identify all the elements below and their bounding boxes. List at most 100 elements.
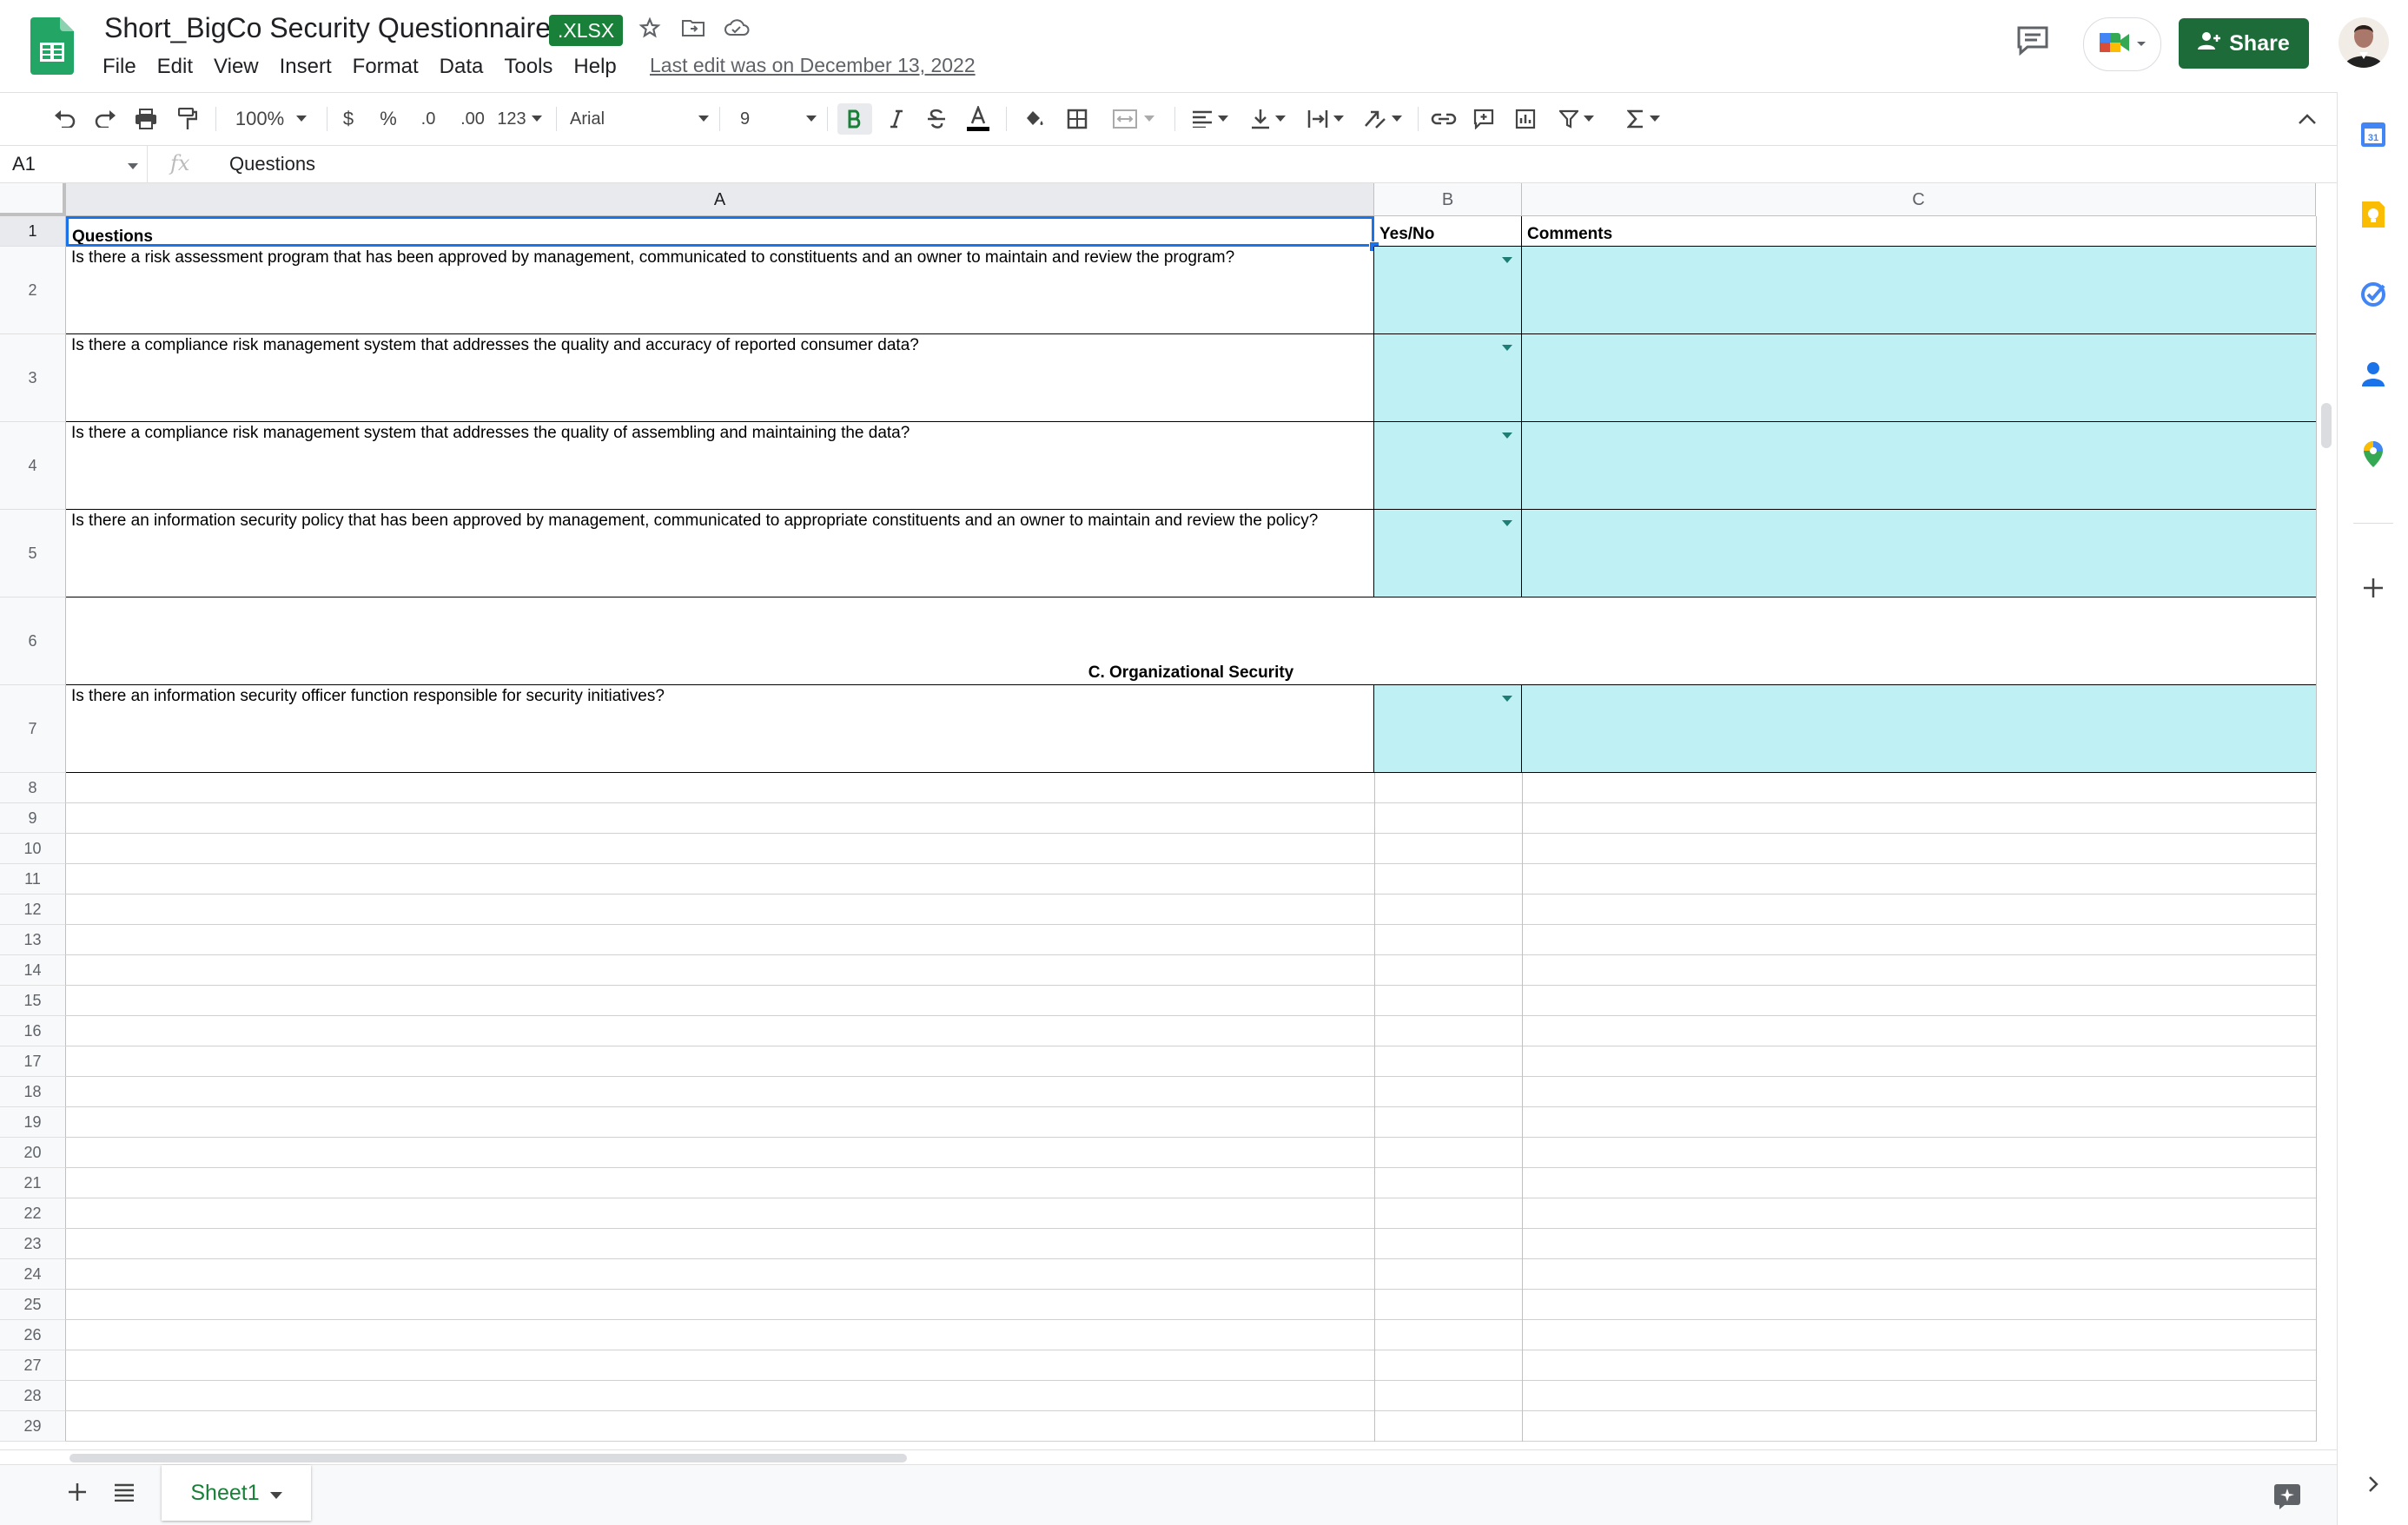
paint-format-icon[interactable] — [172, 103, 203, 135]
all-sheets-icon[interactable] — [113, 1482, 136, 1506]
empty-row[interactable] — [66, 1046, 2316, 1077]
bold-icon[interactable] — [837, 103, 872, 135]
sheets-logo-icon[interactable] — [30, 17, 74, 75]
menu-edit[interactable]: Edit — [157, 52, 193, 82]
row-header[interactable]: 1 — [0, 216, 66, 247]
expand-icon[interactable] — [2357, 1468, 2390, 1501]
row-header[interactable]: 20 — [0, 1138, 66, 1168]
row-header[interactable]: 28 — [0, 1381, 66, 1411]
row-header[interactable]: 22 — [0, 1198, 66, 1229]
yes-no-dropdown[interactable] — [1374, 510, 1522, 597]
cell-b1[interactable]: Yes/No — [1374, 216, 1522, 247]
row-header[interactable]: 27 — [0, 1350, 66, 1381]
yes-no-dropdown[interactable] — [1374, 422, 1522, 510]
select-all-corner[interactable] — [0, 183, 66, 216]
menu-file[interactable]: File — [103, 52, 136, 82]
row-header[interactable]: 16 — [0, 1016, 66, 1046]
row-header[interactable]: 3 — [0, 334, 66, 422]
dropdown-arrow-icon[interactable] — [1502, 345, 1512, 351]
filter-icon[interactable] — [1551, 103, 1602, 135]
empty-row[interactable] — [66, 864, 2316, 895]
yes-no-dropdown[interactable] — [1374, 247, 1522, 334]
question-cell[interactable]: Is there a risk assessment program that … — [66, 247, 1374, 334]
empty-row[interactable] — [66, 1411, 2316, 1442]
question-cell[interactable]: Is there a compliance risk management sy… — [66, 334, 1374, 422]
row-header[interactable]: 25 — [0, 1290, 66, 1320]
row-header[interactable]: 7 — [0, 685, 66, 773]
question-cell[interactable]: Is there an information security officer… — [66, 685, 1374, 773]
meet-button[interactable] — [2083, 17, 2161, 71]
formula-input[interactable]: Questions — [229, 146, 315, 182]
row-header[interactable]: 10 — [0, 834, 66, 864]
section-heading[interactable]: C. Organizational Security — [66, 597, 2316, 685]
fill-color-icon[interactable] — [1018, 103, 1049, 135]
empty-row[interactable] — [66, 955, 2316, 986]
comment-cell[interactable] — [1522, 422, 2316, 510]
empty-row[interactable] — [66, 773, 2316, 803]
column-header-b[interactable]: B — [1374, 183, 1522, 216]
question-cell[interactable]: Is there an information security policy … — [66, 510, 1374, 597]
empty-row[interactable] — [66, 1077, 2316, 1107]
redo-icon[interactable] — [90, 103, 122, 135]
star-icon[interactable] — [636, 14, 664, 42]
yes-no-dropdown[interactable] — [1374, 334, 1522, 422]
empty-row[interactable] — [66, 1168, 2316, 1198]
borders-icon[interactable] — [1062, 103, 1093, 135]
decrease-decimal-button[interactable]: .0 — [413, 103, 443, 135]
yes-no-dropdown[interactable] — [1374, 685, 1522, 773]
chevron-down-icon[interactable] — [269, 1481, 282, 1506]
font-family-select[interactable]: Arial — [570, 103, 709, 135]
maps-icon[interactable] — [2357, 438, 2390, 471]
dropdown-arrow-icon[interactable] — [1502, 696, 1512, 702]
percent-format-button[interactable]: % — [375, 103, 401, 135]
empty-row[interactable] — [66, 1198, 2316, 1229]
horizontal-scrollbar[interactable] — [69, 1454, 907, 1462]
empty-row[interactable] — [66, 1290, 2316, 1320]
empty-row[interactable] — [66, 803, 2316, 834]
row-header[interactable]: 12 — [0, 895, 66, 925]
move-folder-icon[interactable] — [679, 14, 707, 42]
row-header[interactable]: 17 — [0, 1046, 66, 1077]
horizontal-align-icon[interactable] — [1185, 103, 1235, 135]
calendar-icon[interactable]: 31 — [2357, 118, 2390, 151]
increase-decimal-button[interactable]: .00 — [455, 103, 490, 135]
horizontal-scrollbar-track[interactable] — [0, 1449, 2337, 1465]
empty-row[interactable] — [66, 1381, 2316, 1411]
row-header[interactable]: 29 — [0, 1411, 66, 1442]
currency-format-button[interactable]: $ — [335, 103, 361, 135]
row-header[interactable]: 5 — [0, 510, 66, 597]
dropdown-arrow-icon[interactable] — [1502, 257, 1512, 263]
empty-row[interactable] — [66, 925, 2316, 955]
tasks-icon[interactable] — [2357, 278, 2390, 311]
question-cell[interactable]: Is there a compliance risk management sy… — [66, 422, 1374, 510]
contacts-icon[interactable] — [2357, 358, 2390, 391]
row-header[interactable]: 24 — [0, 1259, 66, 1290]
document-title[interactable]: Short_BigCo Security Questionnaire — [104, 12, 551, 44]
row-header[interactable]: 8 — [0, 773, 66, 803]
text-rotation-icon[interactable] — [1359, 103, 1407, 135]
menu-view[interactable]: View — [214, 52, 259, 82]
empty-row[interactable] — [66, 1350, 2316, 1381]
empty-row[interactable] — [66, 1107, 2316, 1138]
keep-icon[interactable] — [2357, 198, 2390, 231]
row-header[interactable]: 21 — [0, 1168, 66, 1198]
merge-cells-icon[interactable] — [1105, 103, 1162, 135]
strikethrough-icon[interactable] — [921, 103, 952, 135]
spreadsheet-grid[interactable]: A B C 1 Questions Yes/No Comments 2 Is t… — [0, 183, 2337, 1449]
cell-c1[interactable]: Comments — [1522, 216, 2316, 247]
row-header[interactable]: 19 — [0, 1107, 66, 1138]
empty-row[interactable] — [66, 1320, 2316, 1350]
undo-icon[interactable] — [49, 103, 80, 135]
row-header[interactable]: 11 — [0, 864, 66, 895]
row-header[interactable]: 26 — [0, 1320, 66, 1350]
share-button[interactable]: Share — [2179, 18, 2309, 69]
empty-row[interactable] — [66, 986, 2316, 1016]
column-header-a[interactable]: A — [66, 183, 1374, 216]
row-header[interactable]: 4 — [0, 422, 66, 510]
name-box[interactable]: A1 — [0, 146, 148, 182]
explore-icon[interactable] — [2272, 1482, 2302, 1515]
row-header[interactable]: 6 — [0, 597, 66, 685]
comment-cell[interactable] — [1522, 334, 2316, 422]
empty-row[interactable] — [66, 1138, 2316, 1168]
empty-row[interactable] — [66, 1016, 2316, 1046]
